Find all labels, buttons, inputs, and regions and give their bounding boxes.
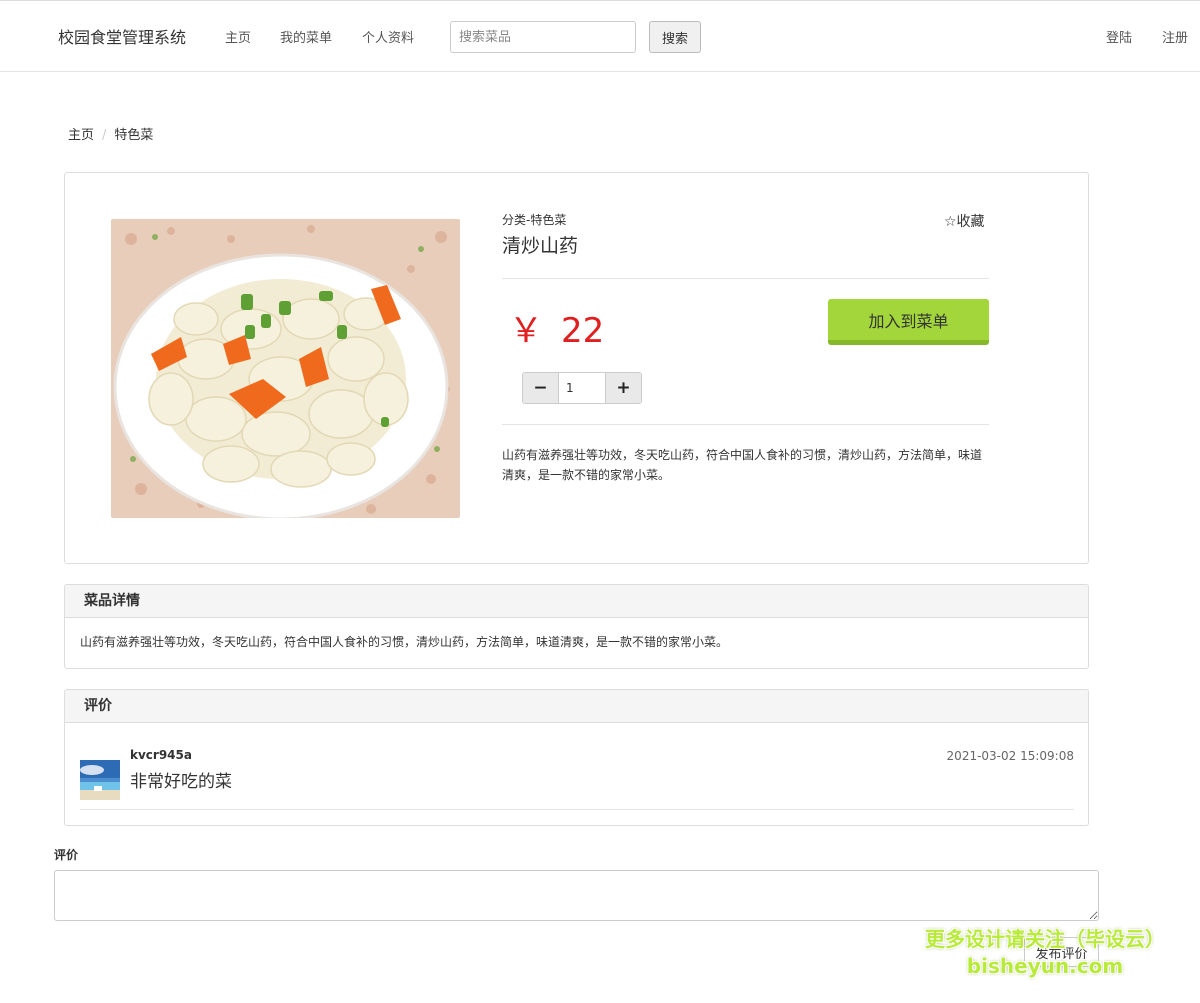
breadcrumb: 主页 / 特色菜 xyxy=(68,124,153,143)
watermark: 更多设计请关注（毕设云） bisheyun.com xyxy=(918,926,1172,980)
product-panel: 分类-特色菜 清炒山药 ☆收藏 ￥ 22 加入到菜单 − + 山药有滋养强壮等功效… xyxy=(64,172,1089,564)
increase-quantity-button[interactable]: + xyxy=(606,373,641,403)
login-link[interactable]: 登陆 xyxy=(1106,27,1132,46)
comment-label: 评价 xyxy=(54,848,79,862)
comment-textarea[interactable] xyxy=(54,870,1099,921)
price-value: 22 xyxy=(561,311,605,351)
dish-category: 分类-特色菜 xyxy=(502,213,567,227)
breadcrumb-home[interactable]: 主页 xyxy=(68,128,94,143)
favorite-button[interactable]: ☆收藏 xyxy=(944,211,985,231)
quantity-input[interactable] xyxy=(558,373,606,403)
reviewer-avatar xyxy=(80,760,120,800)
breadcrumb-separator: / xyxy=(102,128,107,143)
watermark-line-1: 更多设计请关注（毕设云） xyxy=(925,927,1165,951)
quantity-stepper: − + xyxy=(522,372,642,404)
breadcrumb-current: 特色菜 xyxy=(114,128,154,143)
brand-title[interactable]: 校园食堂管理系统 xyxy=(58,24,186,48)
reviews-panel: 评价 kvcr945a 非常好吃的菜 2021-03-02 15:09:08 xyxy=(64,689,1089,826)
details-text: 山药有滋养强壮等功效，冬天吃山药，符合中国人食补的习惯，清炒山药，方法简单，味道… xyxy=(80,635,729,649)
divider xyxy=(502,424,989,425)
dish-short-description: 山药有滋养强壮等功效，冬天吃山药，符合中国人食补的习惯，清炒山药，方法简单，味道… xyxy=(502,448,983,482)
nav-my-menu-link[interactable]: 我的菜单 xyxy=(280,27,332,46)
dish-photo xyxy=(111,219,460,518)
search-button[interactable]: 搜索 xyxy=(649,21,701,53)
avatar-image xyxy=(80,760,120,800)
review-item: kvcr945a 非常好吃的菜 2021-03-02 15:09:08 xyxy=(80,738,1074,810)
reviewer-name: kvcr945a xyxy=(130,748,192,762)
register-link[interactable]: 注册 xyxy=(1162,27,1188,46)
top-navbar: 校园食堂管理系统 主页 我的菜单 个人资料 搜索 登陆 注册 xyxy=(0,0,1200,72)
currency-symbol: ￥ xyxy=(509,311,543,351)
divider xyxy=(502,278,989,279)
dish-name: 清炒山药 xyxy=(502,235,579,257)
search-input[interactable] xyxy=(450,21,636,53)
review-text: 非常好吃的菜 xyxy=(130,772,232,792)
nav-profile-link[interactable]: 个人资料 xyxy=(362,27,414,46)
nav-home-link[interactable]: 主页 xyxy=(225,27,251,46)
dish-details-panel: 菜品详情 山药有滋养强壮等功效，冬天吃山药，符合中国人食补的习惯，清炒山药，方法… xyxy=(64,584,1089,669)
details-heading: 菜品详情 xyxy=(65,585,1088,618)
review-timestamp: 2021-03-02 15:09:08 xyxy=(946,749,1074,763)
watermark-line-2: bisheyun.com xyxy=(966,954,1124,978)
reviews-heading: 评价 xyxy=(65,690,1088,723)
dish-price: ￥ 22 xyxy=(509,303,604,352)
dish-photo-illustration xyxy=(111,219,460,518)
decrease-quantity-button[interactable]: − xyxy=(523,373,558,403)
add-to-menu-button[interactable]: 加入到菜单 xyxy=(828,299,989,345)
